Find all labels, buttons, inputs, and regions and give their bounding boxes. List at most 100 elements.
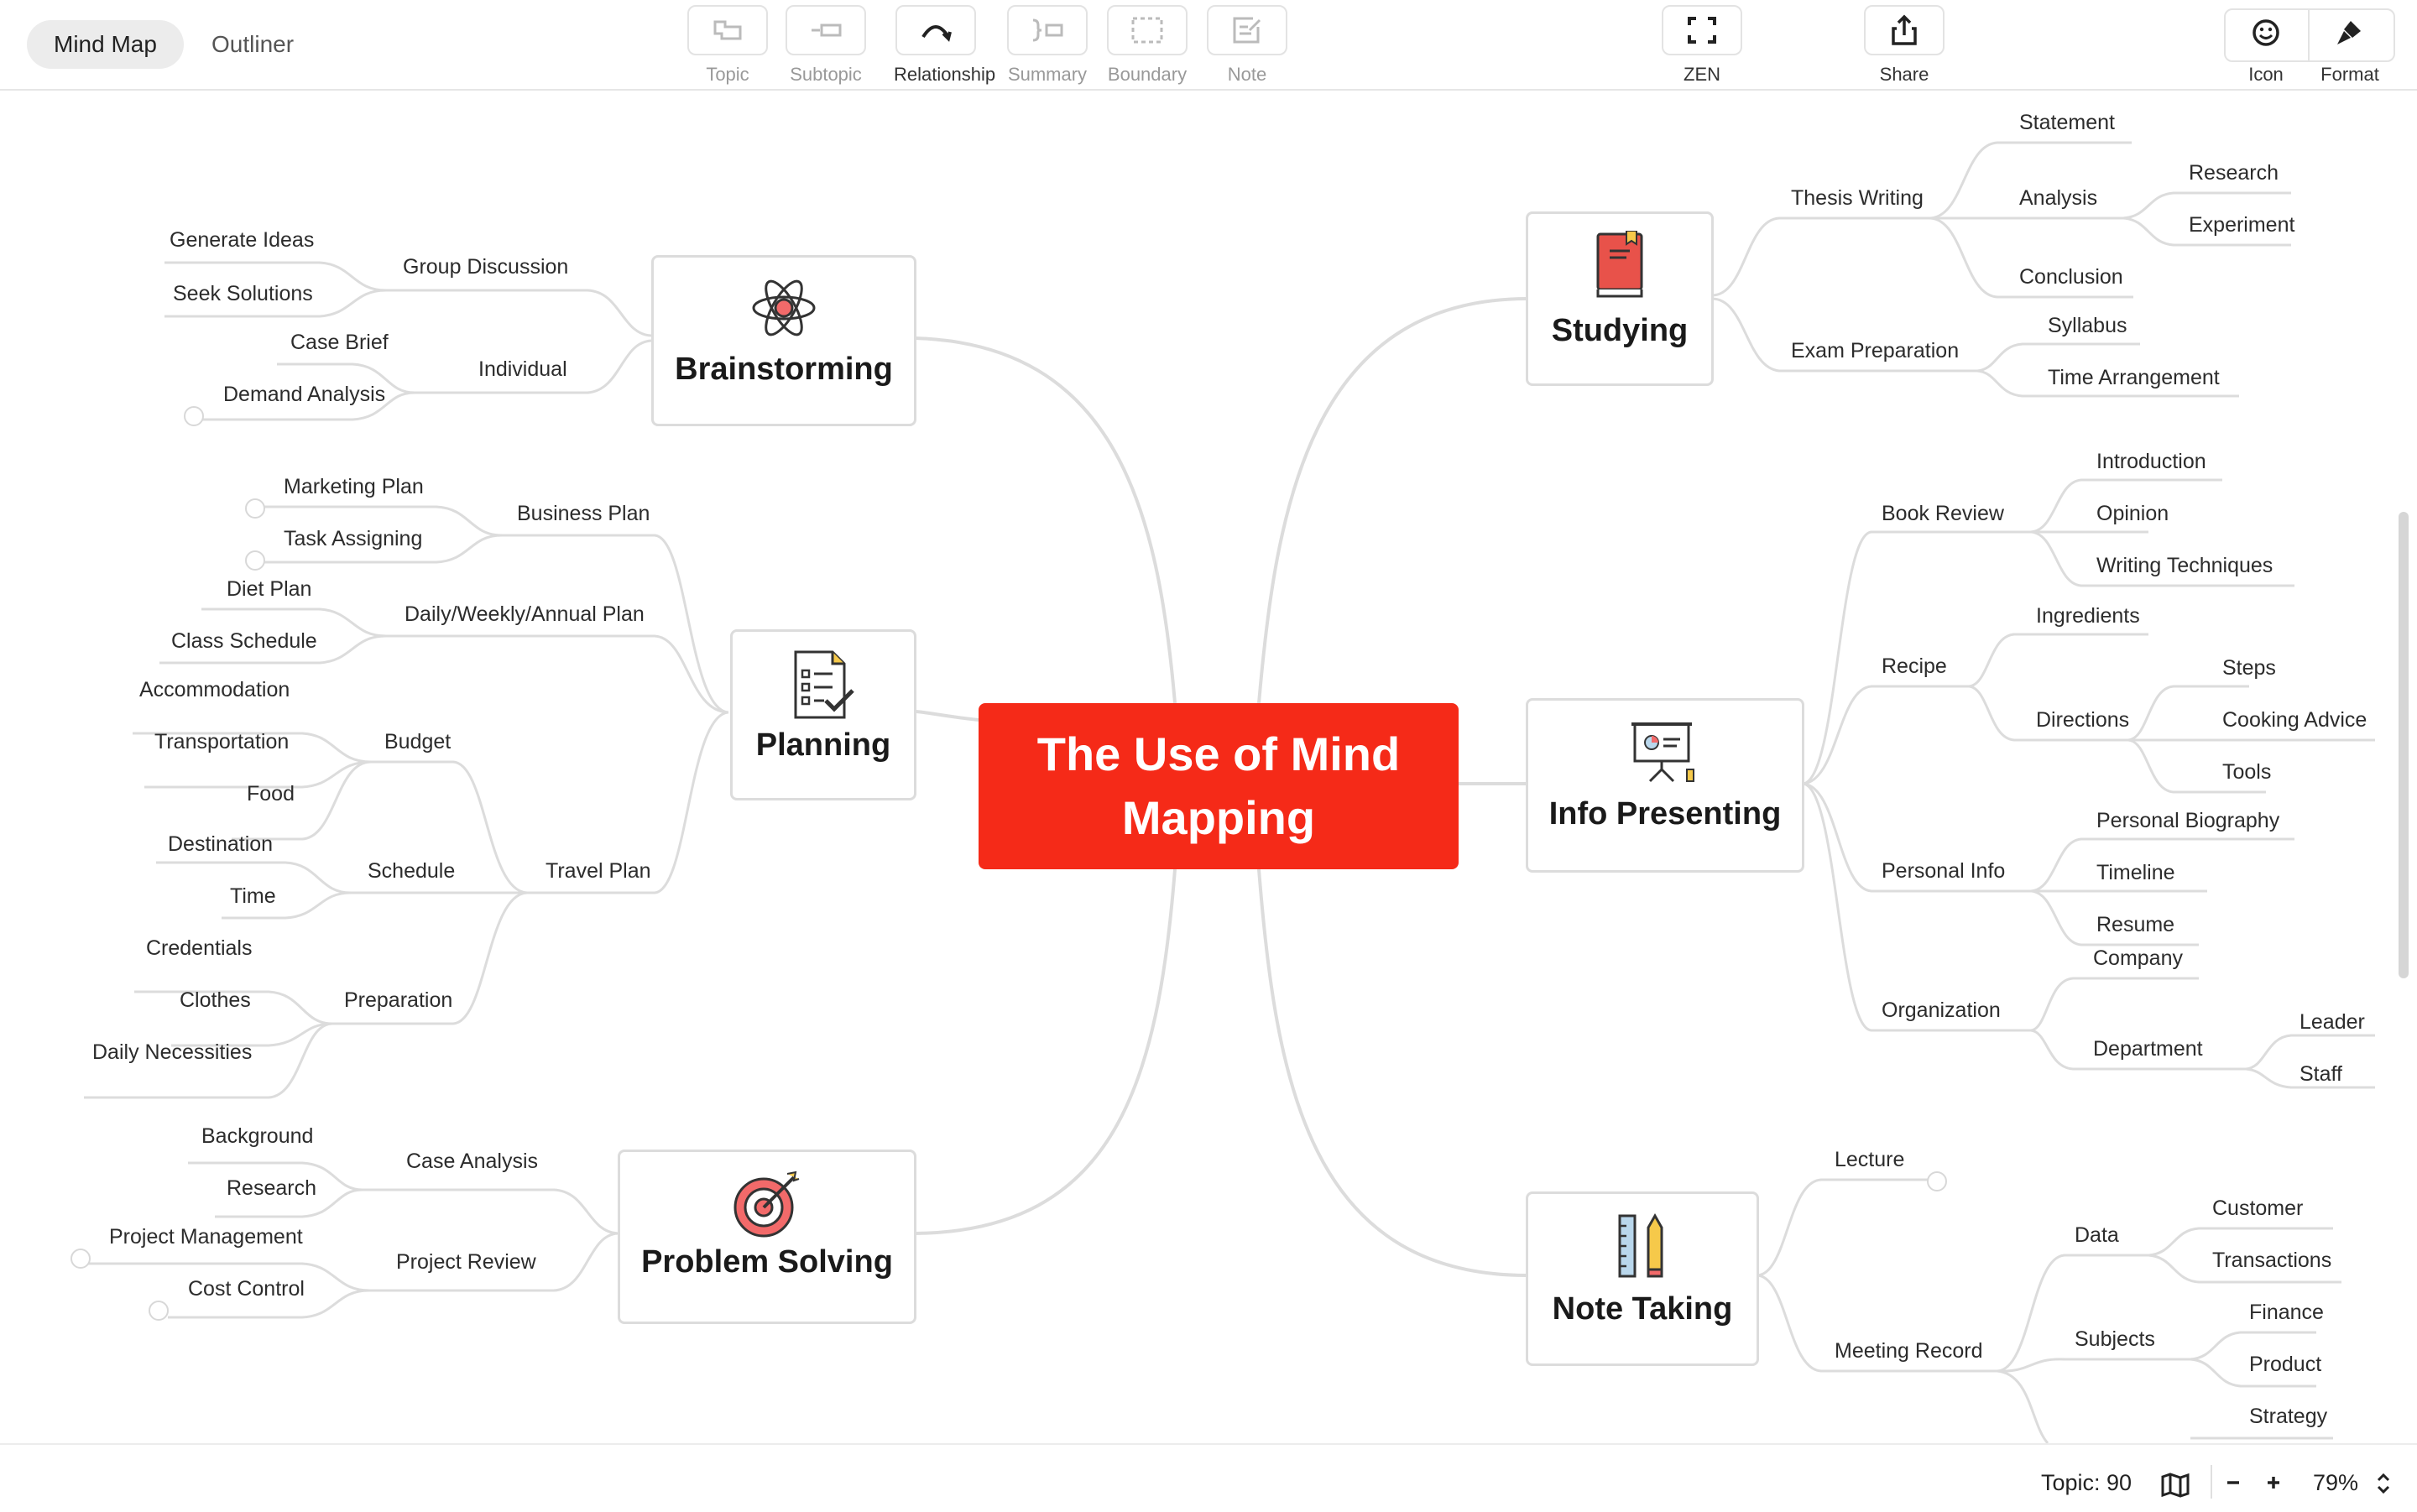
- topic-seek-solutions[interactable]: Seek Solutions: [173, 282, 313, 306]
- topic-individual[interactable]: Individual: [478, 357, 567, 382]
- topic-marketing-plan[interactable]: Marketing Plan: [284, 475, 424, 499]
- topic-transactions[interactable]: Transactions: [2212, 1249, 2331, 1273]
- branch-problem-solving[interactable]: Problem Solving: [618, 1150, 916, 1324]
- topic-clothes[interactable]: Clothes: [180, 988, 251, 1013]
- topic-department[interactable]: Department: [2093, 1037, 2203, 1061]
- topic-time[interactable]: Time: [230, 884, 276, 909]
- topic-project-management[interactable]: Project Management: [109, 1225, 303, 1249]
- expand-toggle[interactable]: [184, 406, 204, 426]
- topic-finance[interactable]: Finance: [2249, 1301, 2324, 1325]
- topic-time-arrangement[interactable]: Time Arrangement: [2048, 366, 2220, 390]
- vertical-scrollbar[interactable]: [2399, 512, 2409, 978]
- summary-button[interactable]: Summary: [1005, 5, 1089, 86]
- topic-personal-biography[interactable]: Personal Biography: [2096, 809, 2279, 833]
- topic-customer[interactable]: Customer: [2212, 1197, 2303, 1221]
- topic-project-review[interactable]: Project Review: [396, 1250, 536, 1275]
- branch-info-presenting[interactable]: Info Presenting: [1526, 698, 1804, 873]
- map-view-button[interactable]: [2160, 1472, 2190, 1503]
- topic-accommodation[interactable]: Accommodation: [139, 678, 290, 702]
- expand-toggle[interactable]: [149, 1301, 169, 1321]
- topic-analysis[interactable]: Analysis: [2019, 186, 2097, 211]
- topic-preparation[interactable]: Preparation: [344, 988, 452, 1013]
- zoom-out-button[interactable]: [2221, 1470, 2246, 1495]
- topic-cost-control[interactable]: Cost Control: [188, 1277, 305, 1301]
- topic-case-brief[interactable]: Case Brief: [290, 331, 389, 355]
- topic-syllabus[interactable]: Syllabus: [2048, 314, 2127, 338]
- topic-strategy[interactable]: Strategy: [2249, 1405, 2327, 1429]
- topic-generate-ideas[interactable]: Generate Ideas: [170, 228, 314, 253]
- branch-studying[interactable]: Studying: [1526, 211, 1714, 386]
- topic-food[interactable]: Food: [247, 782, 295, 806]
- relationship-button[interactable]: Relationship: [894, 5, 995, 86]
- expand-toggle[interactable]: [245, 550, 265, 571]
- icon-button[interactable]: Icon: [2224, 8, 2308, 86]
- topic-resume[interactable]: Resume: [2096, 913, 2174, 937]
- topic-button[interactable]: Topic: [686, 5, 770, 86]
- central-topic[interactable]: The Use of Mind Mapping: [979, 703, 1459, 869]
- topic-timeline[interactable]: Timeline: [2096, 861, 2175, 885]
- topic-icon: [713, 20, 742, 40]
- expand-toggle[interactable]: [1927, 1171, 1947, 1191]
- topic-background[interactable]: Background: [201, 1124, 313, 1149]
- topic-experiment[interactable]: Experiment: [2189, 213, 2294, 237]
- topic-research[interactable]: Research: [2189, 161, 2279, 185]
- tab-mind-map[interactable]: Mind Map: [27, 20, 184, 69]
- topic-ingredients[interactable]: Ingredients: [2036, 604, 2140, 628]
- tab-outliner[interactable]: Outliner: [185, 20, 321, 69]
- note-button[interactable]: Note: [1205, 5, 1289, 86]
- topic-diet-plan[interactable]: Diet Plan: [227, 577, 311, 602]
- branch-note-taking[interactable]: Note Taking: [1526, 1191, 1759, 1366]
- topic-exam-preparation[interactable]: Exam Preparation: [1791, 339, 1959, 363]
- topic-cooking-advice[interactable]: Cooking Advice: [2222, 708, 2367, 733]
- topic-statement[interactable]: Statement: [2019, 111, 2115, 135]
- topic-credentials[interactable]: Credentials: [146, 936, 252, 961]
- zoom-select-button[interactable]: [2373, 1470, 2394, 1497]
- topic-organization[interactable]: Organization: [1882, 998, 2001, 1023]
- topic-recipe[interactable]: Recipe: [1882, 654, 1947, 679]
- format-button[interactable]: Format: [2308, 8, 2392, 86]
- topic-directions[interactable]: Directions: [2036, 708, 2129, 733]
- topic-staff[interactable]: Staff: [2300, 1062, 2342, 1087]
- topic-business-plan[interactable]: Business Plan: [517, 502, 650, 526]
- topic-personal-info[interactable]: Personal Info: [1882, 859, 2005, 884]
- branch-brainstorming[interactable]: Brainstorming: [651, 255, 916, 426]
- topic-product[interactable]: Product: [2249, 1353, 2321, 1377]
- topic-schedule[interactable]: Schedule: [368, 859, 455, 884]
- topic-case-analysis[interactable]: Case Analysis: [406, 1150, 538, 1174]
- topic-travel-plan[interactable]: Travel Plan: [546, 859, 651, 884]
- topic-writing-techniques[interactable]: Writing Techniques: [2096, 554, 2273, 578]
- topic-group-discussion[interactable]: Group Discussion: [403, 255, 568, 279]
- topic-daily-weekly-annual-plan[interactable]: Daily/Weekly/Annual Plan: [405, 602, 645, 627]
- topic-lecture[interactable]: Lecture: [1835, 1148, 1904, 1172]
- topic-demand-analysis[interactable]: Demand Analysis: [223, 383, 385, 407]
- expand-toggle[interactable]: [245, 498, 265, 519]
- topic-meeting-record[interactable]: Meeting Record: [1835, 1339, 1982, 1363]
- topic-conclusion[interactable]: Conclusion: [2019, 265, 2123, 289]
- expand-toggle[interactable]: [70, 1249, 91, 1269]
- branch-planning[interactable]: Planning: [730, 629, 916, 800]
- topic-task-assigning[interactable]: Task Assigning: [284, 527, 422, 551]
- zen-button[interactable]: ZEN: [1660, 5, 1744, 86]
- share-button[interactable]: Share: [1862, 5, 1946, 86]
- topic-daily-necessities[interactable]: Daily Necessities: [92, 1040, 252, 1065]
- topic-opinion[interactable]: Opinion: [2096, 502, 2169, 526]
- mind-map-canvas[interactable]: The Use of Mind Mapping Brainstorming Pl…: [0, 91, 2417, 1443]
- topic-transportation[interactable]: Transportation: [154, 730, 289, 754]
- topic-budget[interactable]: Budget: [384, 730, 451, 754]
- boundary-button[interactable]: Boundary: [1105, 5, 1189, 86]
- topic-destination[interactable]: Destination: [168, 832, 273, 857]
- zoom-in-button[interactable]: [2261, 1470, 2286, 1495]
- topic-thesis-writing[interactable]: Thesis Writing: [1791, 186, 1924, 211]
- topic-subjects[interactable]: Subjects: [2075, 1327, 2155, 1352]
- subtopic-button[interactable]: Subtopic: [784, 5, 868, 86]
- topic-introduction[interactable]: Introduction: [2096, 450, 2206, 474]
- topic-class-schedule[interactable]: Class Schedule: [171, 629, 317, 654]
- topic-company[interactable]: Company: [2093, 946, 2183, 971]
- topic-leader[interactable]: Leader: [2300, 1010, 2365, 1035]
- zoom-level[interactable]: 79%: [2313, 1470, 2358, 1496]
- topic-research-ps[interactable]: Research: [227, 1176, 316, 1201]
- topic-steps[interactable]: Steps: [2222, 656, 2276, 680]
- topic-tools[interactable]: Tools: [2222, 760, 2271, 785]
- topic-data[interactable]: Data: [2075, 1223, 2119, 1248]
- topic-book-review[interactable]: Book Review: [1882, 502, 2004, 526]
